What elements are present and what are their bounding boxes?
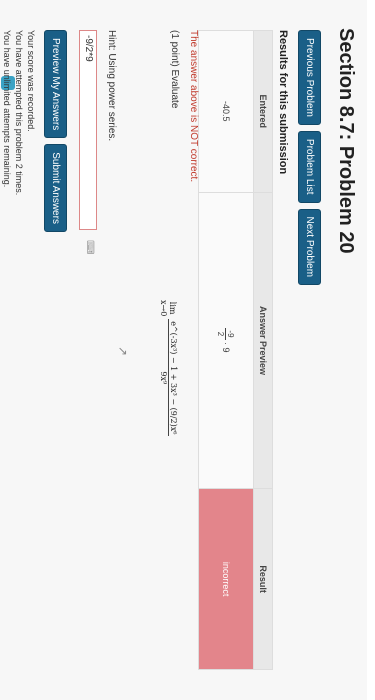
- page-title: Section 8.7: Problem 20: [335, 28, 357, 254]
- entered-value: -40.5: [198, 30, 254, 193]
- header-result: Result: [253, 488, 273, 670]
- result-status: incorrect: [198, 488, 254, 670]
- header-preview: Answer Preview: [253, 192, 273, 489]
- limit-numerator: e^(-3x³) − 1 + 3x³ − (9/2)x⁶: [168, 319, 178, 437]
- results-heading: Results for this submission: [277, 30, 289, 175]
- limit-expression: lim x→0 e^(-3x³) − 1 + 3x³ − (9/2)x⁶ 9x⁹: [159, 300, 178, 437]
- header-entered: Entered: [253, 30, 273, 193]
- preview-answers-button[interactable]: Preview My Answers: [44, 30, 67, 139]
- limit-lim: lim: [168, 301, 178, 315]
- problem-nav: Previous Problem Problem List Next Probl…: [298, 30, 321, 286]
- answer-preview: -9 2 · 9: [198, 192, 254, 489]
- status-line-2: You have attempted this problem 2 times.: [14, 30, 24, 196]
- preview-numerator: -9: [225, 328, 236, 340]
- previous-problem-button[interactable]: Previous Problem: [298, 30, 321, 125]
- attempt-status: Your score was recorded. You have attemp…: [1, 30, 37, 195]
- preview-fraction: -9 2: [216, 328, 236, 340]
- problem-statement: (1 point) Evaluate: [169, 30, 180, 109]
- not-correct-message: The answer above is NOT correct.: [188, 30, 199, 183]
- limit-subscript: x→0: [159, 300, 169, 317]
- limit-fraction: e^(-3x³) − 1 + 3x³ − (9/2)x⁶ 9x⁹: [159, 319, 178, 437]
- top-strip: [367, 0, 375, 700]
- results-table: Entered Answer Preview Result -40.5 -9 2…: [198, 30, 273, 670]
- problem-list-button[interactable]: Problem List: [298, 130, 321, 203]
- limit-denominator: 9x⁹: [159, 371, 168, 385]
- status-line-1: Your score was recorded.: [26, 30, 36, 132]
- preview-tail: · 9: [221, 342, 232, 353]
- limit-word: lim x→0: [160, 300, 178, 316]
- hint-text: Hint: Using power series.: [106, 30, 117, 142]
- answer-input[interactable]: -9/2*9: [79, 30, 97, 230]
- cursor-icon: ↗: [116, 346, 130, 357]
- keyboard-icon[interactable]: ⌨: [84, 240, 95, 254]
- answer-actions: Preview My Answers Submit Answers: [44, 30, 67, 232]
- status-line-3: You have unlimited attempts remaining.: [2, 30, 12, 188]
- next-problem-button[interactable]: Next Problem: [298, 208, 321, 286]
- page-canvas: Section 8.7: Problem 20 Previous Problem…: [0, 0, 375, 700]
- submit-answers-button[interactable]: Submit Answers: [44, 144, 67, 232]
- preview-denominator: 2: [216, 331, 226, 337]
